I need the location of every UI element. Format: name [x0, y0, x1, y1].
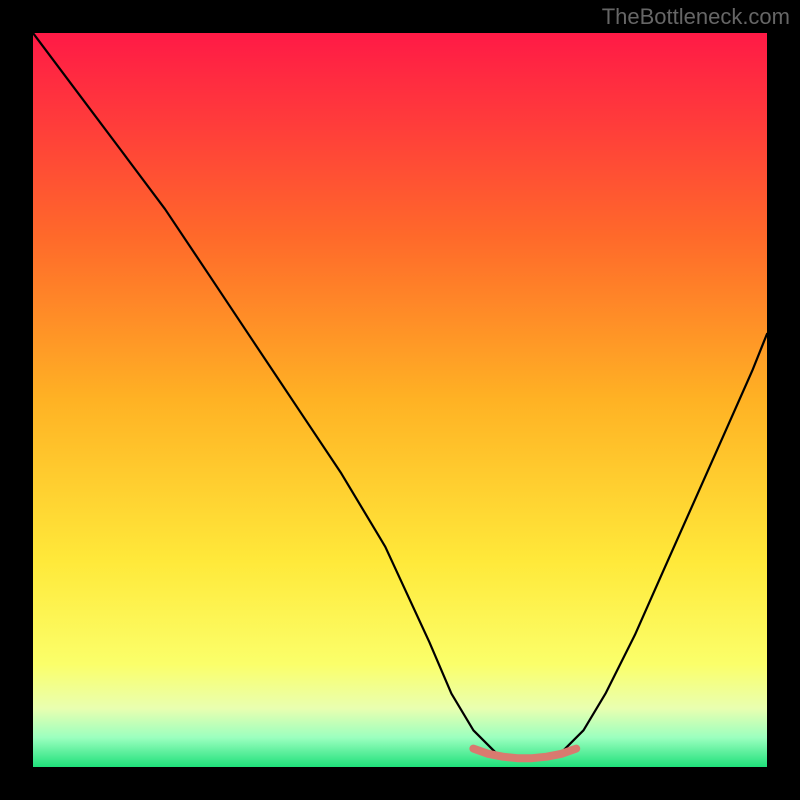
marker-cluster: [473, 749, 576, 759]
curve-svg: [33, 33, 767, 767]
chart-container: TheBottleneck.com: [0, 0, 800, 800]
plot-area: [33, 33, 767, 767]
watermark-text: TheBottleneck.com: [602, 4, 790, 30]
bottleneck-curve: [33, 33, 767, 760]
